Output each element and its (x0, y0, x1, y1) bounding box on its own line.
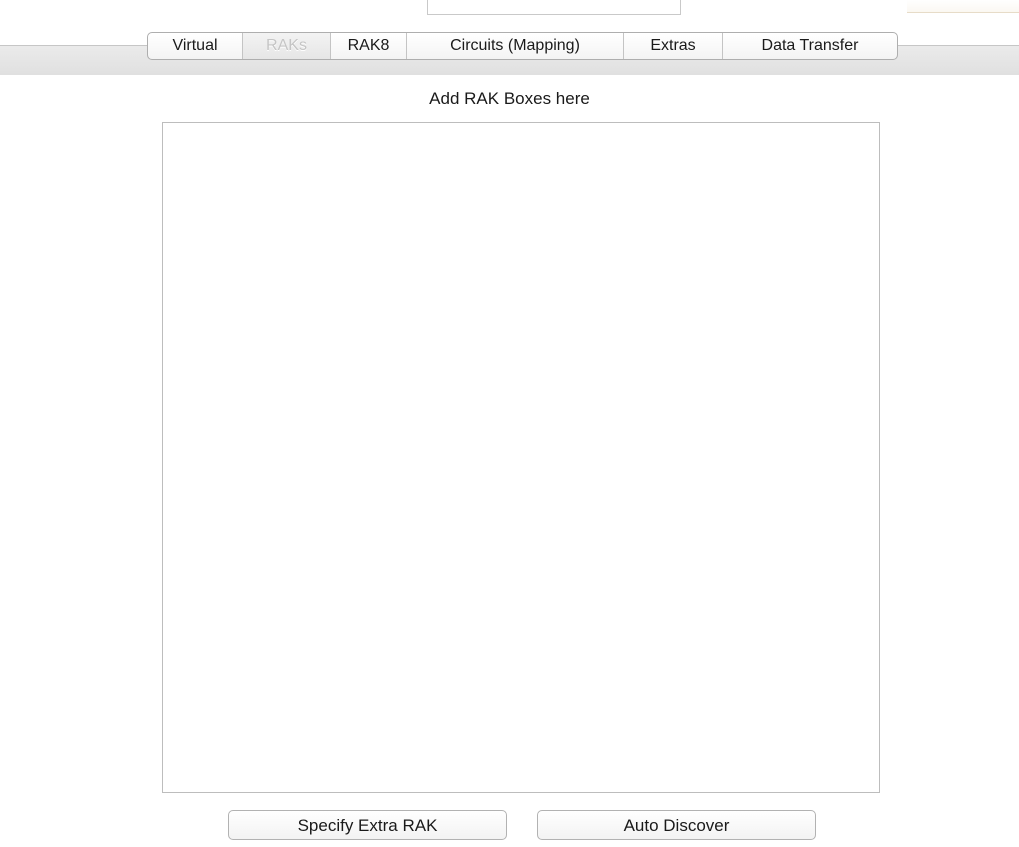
tab-raks[interactable]: RAKs (243, 33, 331, 59)
tab-extras[interactable]: Extras (624, 33, 723, 59)
tab-rak8[interactable]: RAK8 (331, 33, 407, 59)
tab-bar: Virtual RAKs RAK8 Circuits (Mapping) Ext… (147, 32, 898, 60)
tab-data-transfer[interactable]: Data Transfer (723, 33, 897, 59)
top-input-field[interactable] (427, 0, 681, 15)
top-right-field-edge (907, 0, 1019, 13)
specify-extra-rak-button[interactable]: Specify Extra RAK (228, 810, 507, 840)
tab-circuits-mapping[interactable]: Circuits (Mapping) (407, 33, 624, 59)
auto-discover-button[interactable]: Auto Discover (537, 810, 816, 840)
tab-virtual[interactable]: Virtual (148, 33, 243, 59)
panel-title: Add RAK Boxes here (429, 89, 590, 108)
rak-boxes-list[interactable] (162, 122, 880, 793)
